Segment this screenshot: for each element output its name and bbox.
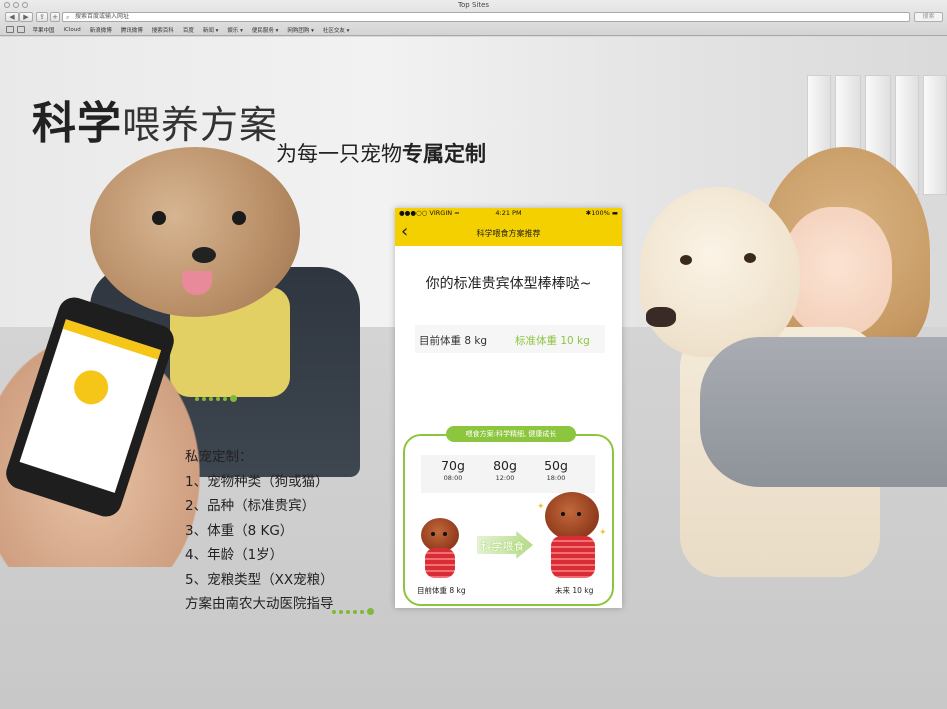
bookmark-item[interactable]: 搜索百科 (147, 26, 178, 34)
book-icon[interactable] (6, 26, 14, 33)
sparkle-icon: ✦ (537, 502, 545, 512)
meal-time: 12:00 (495, 474, 515, 482)
meal-item: 80g 12:00 (485, 459, 525, 484)
standard-weight: 标准体重 10 kg (515, 335, 590, 347)
bookmark-item[interactable]: 新浪微博 (85, 26, 116, 34)
title-bar: Top Sites (0, 0, 947, 11)
forward-button[interactable]: ▶ (19, 12, 33, 22)
headline: 科学喂养方案 (32, 87, 278, 151)
green-dots-decoration (332, 608, 374, 615)
meal-item: 50g 18:00 (536, 459, 576, 484)
search-icon: ⌕ (66, 14, 70, 21)
custom-list-item: 5、宠粮类型（XX宠粮） (185, 571, 334, 588)
feeding-plan-card: 喂食方案:科学精细, 健康成长 70g 08:00 80g 12:00 50g … (403, 426, 614, 606)
bookmarks-bar: 苹果中国 iCloud 新浪微博 腾讯微博 搜索百科 百度 新闻 ▾ 娱乐 ▾ … (0, 24, 947, 35)
bookmark-item[interactable]: 腾讯微博 (116, 26, 147, 34)
green-dots-decoration (195, 395, 237, 402)
phone-screen: ●●●○○ VIRGIN ≈ 4:21 PM ✱100% ▬ ‹ 科学喂食方案推… (395, 208, 622, 608)
custom-list-footer: 方案由南农大动医院指导 (185, 596, 334, 612)
subheadline-plain: 为每一只宠物 (276, 142, 402, 166)
app-nav-title: 科学喂食方案推荐 (476, 229, 541, 238)
add-icon[interactable]: + (50, 12, 60, 22)
app-nav-bar: ‹ 科学喂食方案推荐 (395, 219, 622, 246)
result-message: 你的标准贵宾体型棒棒哒~ (425, 276, 592, 292)
puppy-future-image (543, 492, 601, 582)
bookmark-item[interactable]: 网购团购 ▾ (283, 26, 319, 34)
meal-amount: 80g (493, 458, 517, 473)
bookmark-item[interactable]: 苹果中国 (28, 26, 59, 34)
custom-options-list: 私宠定制： 1、宠物种类（狗或猫） 2、品种（标准贵宾） 3、体重（8 KG） … (185, 445, 334, 617)
arrow-label: 科学喂食 (481, 542, 525, 553)
current-weight: 目前体重 8 kg (419, 335, 488, 347)
address-bar[interactable]: ⌕ 搜索百度或输入网址 (62, 12, 910, 22)
browser-chrome: Top Sites ◀ ▶ ⇪ + ⌕ 搜索百度或输入网址 搜索 苹果中国 iC… (0, 0, 947, 36)
subheadline: 为每一只宠物专属定制 (276, 138, 486, 168)
headline-rest: 喂养方案 (122, 103, 279, 147)
bookmark-item[interactable]: 娱乐 ▾ (223, 26, 248, 34)
bookmark-item[interactable]: 社区交友 ▾ (318, 26, 354, 34)
meal-item: 70g 08:00 (433, 459, 473, 484)
bookmark-item[interactable]: 新闻 ▾ (198, 26, 223, 34)
custom-list-heading: 私宠定制： (185, 449, 253, 465)
caption-current-weight: 目前体重 8 kg (417, 586, 466, 595)
caption-future-weight: 未来 10 kg (555, 586, 594, 595)
battery-indicator: ✱100% ▬ (585, 209, 618, 217)
meal-schedule: 70g 08:00 80g 12:00 50g 18:00 (421, 455, 595, 493)
toolbar: ◀ ▶ ⇪ + ⌕ 搜索百度或输入网址 搜索 (0, 11, 947, 24)
meal-time: 18:00 (546, 474, 566, 482)
grid-icon[interactable] (17, 26, 25, 33)
share-icon[interactable]: ⇪ (36, 12, 48, 22)
sparkle-icon: ✦ (599, 528, 607, 538)
back-button[interactable]: ◀ (5, 12, 19, 22)
bookmark-item[interactable]: iCloud (59, 27, 85, 33)
search-button[interactable]: 搜索 (914, 12, 943, 22)
bookmark-item[interactable]: 百度 (178, 26, 198, 34)
meal-amount: 70g (441, 458, 465, 473)
bookmark-item[interactable]: 便民服务 ▾ (247, 26, 283, 34)
meal-time: 08:00 (443, 474, 463, 482)
status-bar: ●●●○○ VIRGIN ≈ 4:21 PM ✱100% ▬ (395, 208, 622, 219)
puppy-current-image (417, 518, 463, 582)
subheadline-bold: 专属定制 (402, 142, 486, 166)
custom-list-item: 1、宠物种类（狗或猫） (185, 473, 329, 490)
custom-list-item: 2、品种（标准贵宾） (185, 498, 316, 514)
meal-amount: 50g (544, 458, 568, 473)
headline-bold: 科学 (32, 98, 122, 149)
weight-summary: 目前体重 8 kg 标准体重 10 kg (415, 325, 605, 353)
custom-list-item: 3、体重（8 KG） (185, 522, 294, 539)
promo-banner: 科学喂养方案 为每一只宠物专属定制 私宠定制： 1、宠物种类（狗或猫） 2、品种… (0, 37, 947, 709)
address-placeholder: 搜索百度或输入网址 (75, 13, 130, 20)
custom-list-item: 4、年龄（1岁） (185, 547, 284, 563)
window-title: Top Sites (457, 1, 490, 9)
plan-tag: 喂食方案:科学精细, 健康成长 (446, 426, 576, 442)
